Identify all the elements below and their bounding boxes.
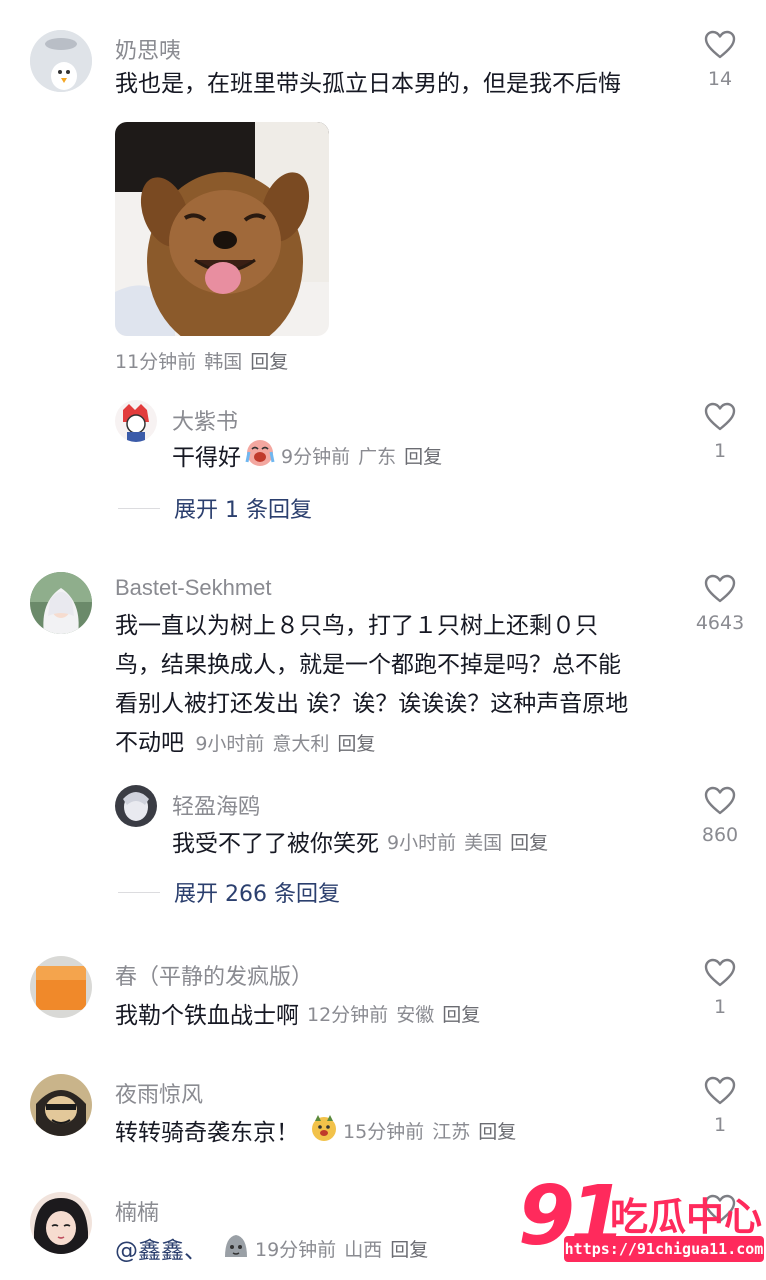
comment-location: 韩国: [204, 351, 243, 373]
comment-meta: 9分钟前 广东 回复: [281, 442, 450, 469]
expand-replies-button[interactable]: 展开 1 条回复: [118, 492, 312, 524]
watermark-name: 吃瓜中心: [610, 1195, 763, 1239]
avatar[interactable]: [30, 30, 92, 92]
like-count: 14: [707, 68, 733, 90]
comment-text-line: 鸟，结果换成人，就是一个都跑不掉是吗？总不能: [115, 652, 621, 678]
like-button[interactable]: 4643: [690, 574, 750, 634]
comment-location: 江苏: [432, 1120, 471, 1143]
doge-emoji: [309, 1113, 339, 1147]
comment-time: 9小时前: [195, 733, 265, 755]
reply-button[interactable]: 回复: [478, 1121, 516, 1143]
like-count: 860: [701, 824, 739, 846]
heart-icon: [704, 786, 736, 815]
like-count: 1: [713, 1114, 727, 1136]
avatar[interactable]: [115, 785, 157, 827]
comment-text-line: 看别人被打还发出 诶？诶？诶诶诶？这种声音原地: [115, 691, 629, 717]
comment-time: 12分钟前: [307, 1003, 389, 1026]
reply-body: 我受不了了被你笑死 9小时前 美国 回复: [172, 824, 556, 858]
comment-meta: 9小时前 美国 回复: [387, 828, 556, 855]
comment-body: 我勒个铁血战士啊 12分钟前 安徽 回复: [115, 996, 488, 1030]
username[interactable]: 大紫书: [172, 404, 238, 436]
reply-button[interactable]: 回复: [390, 1239, 428, 1261]
heart-icon: [704, 1076, 736, 1105]
expand-replies-label: 展开 1 条回复: [174, 498, 312, 523]
username[interactable]: 春（平静的发疯版）: [115, 959, 313, 991]
heart-icon: [704, 574, 736, 603]
comment-body: 转转骑奇袭东京！ 15分钟前 江苏 回复: [115, 1113, 524, 1147]
heart-icon: [704, 958, 736, 987]
comment-time: 9小时前: [387, 831, 457, 854]
comment-time: 11分钟前: [115, 351, 197, 373]
comment-body: @鑫鑫、 19分钟前 山西 回复: [115, 1231, 436, 1265]
like-button[interactable]: 860: [690, 786, 750, 846]
expand-replies-label: 展开 266 条回复: [174, 882, 340, 907]
like-count: 4643: [695, 612, 745, 634]
username[interactable]: 奶思咦: [115, 33, 181, 65]
heart-icon: [704, 30, 736, 59]
comment-time: 15分钟前: [343, 1120, 425, 1143]
watermark-url: https://91chigua11.com: [564, 1236, 764, 1262]
avatar[interactable]: [30, 956, 92, 1018]
like-button[interactable]: 1: [690, 402, 750, 462]
divider: [118, 891, 160, 893]
like-button[interactable]: 1: [690, 958, 750, 1018]
comment-meta: 19分钟前 山西 回复: [255, 1235, 436, 1262]
comment-text: 我也是，在班里带头孤立日本男的，但是我不后悔: [115, 71, 621, 97]
reply-button[interactable]: 回复: [404, 446, 442, 468]
avatar[interactable]: [115, 400, 157, 442]
reply-text: 干得好: [172, 445, 241, 471]
comment-meta: 12分钟前 安徽 回复: [307, 1000, 488, 1027]
avatar[interactable]: [30, 1074, 92, 1136]
comment-text-line: 不动吧: [115, 730, 184, 756]
comment-location: 安徽: [396, 1003, 435, 1026]
avatar[interactable]: [30, 1192, 92, 1254]
comment-location: 意大利: [272, 733, 330, 755]
comment-location: 山西: [344, 1238, 383, 1261]
like-count: 1: [713, 996, 727, 1018]
smiling-dog-photo[interactable]: [115, 122, 329, 336]
divider: [118, 507, 160, 509]
heart-icon: [704, 402, 736, 431]
username[interactable]: Bastet-Sekhmet: [115, 575, 272, 601]
comment-text-line: 我一直以为树上８只鸟，打了１只树上还剩０只: [115, 613, 598, 639]
reply-button[interactable]: 回复: [337, 733, 375, 755]
comment-text: 我一直以为树上８只鸟，打了１只树上还剩０只 鸟，结果换成人，就是一个都跑不掉是吗…: [115, 607, 685, 764]
like-button[interactable]: 1: [690, 1076, 750, 1136]
username[interactable]: 楠楠: [115, 1195, 159, 1227]
mention-link[interactable]: @鑫鑫、: [115, 1231, 207, 1265]
username[interactable]: 轻盈海鸥: [172, 789, 260, 821]
like-button[interactable]: 14: [690, 30, 750, 90]
reply-button[interactable]: 回复: [250, 351, 288, 373]
comment-meta: 11分钟前 韩国 回复: [115, 347, 296, 374]
grey-blob-emoji: [221, 1231, 251, 1265]
expand-replies-button[interactable]: 展开 266 条回复: [118, 876, 340, 908]
comment-text: 我勒个铁血战士啊: [115, 1003, 299, 1029]
comment-meta: 15分钟前 江苏 回复: [343, 1117, 524, 1144]
comment-location: 广东: [358, 445, 397, 468]
comment-time: 19分钟前: [255, 1238, 337, 1261]
like-count: 1: [713, 440, 727, 462]
comment-location: 美国: [464, 831, 503, 854]
comment-time: 9分钟前: [281, 445, 351, 468]
reply-body: 干得好 9分钟前 广东 回复: [172, 438, 450, 472]
crying-laughing-emoji: [245, 438, 275, 472]
comment-meta: 9小时前 意大利 回复: [195, 733, 383, 755]
comment-text: 转转骑奇袭东京！: [115, 1120, 299, 1146]
site-watermark: 91 吃瓜中心 https://91chigua11.com: [518, 1172, 766, 1280]
username[interactable]: 夜雨惊风: [115, 1077, 203, 1109]
reply-button[interactable]: 回复: [510, 832, 548, 854]
reply-button[interactable]: 回复: [442, 1004, 480, 1026]
avatar[interactable]: [30, 572, 92, 634]
reply-text: 我受不了了被你笑死: [172, 831, 379, 857]
